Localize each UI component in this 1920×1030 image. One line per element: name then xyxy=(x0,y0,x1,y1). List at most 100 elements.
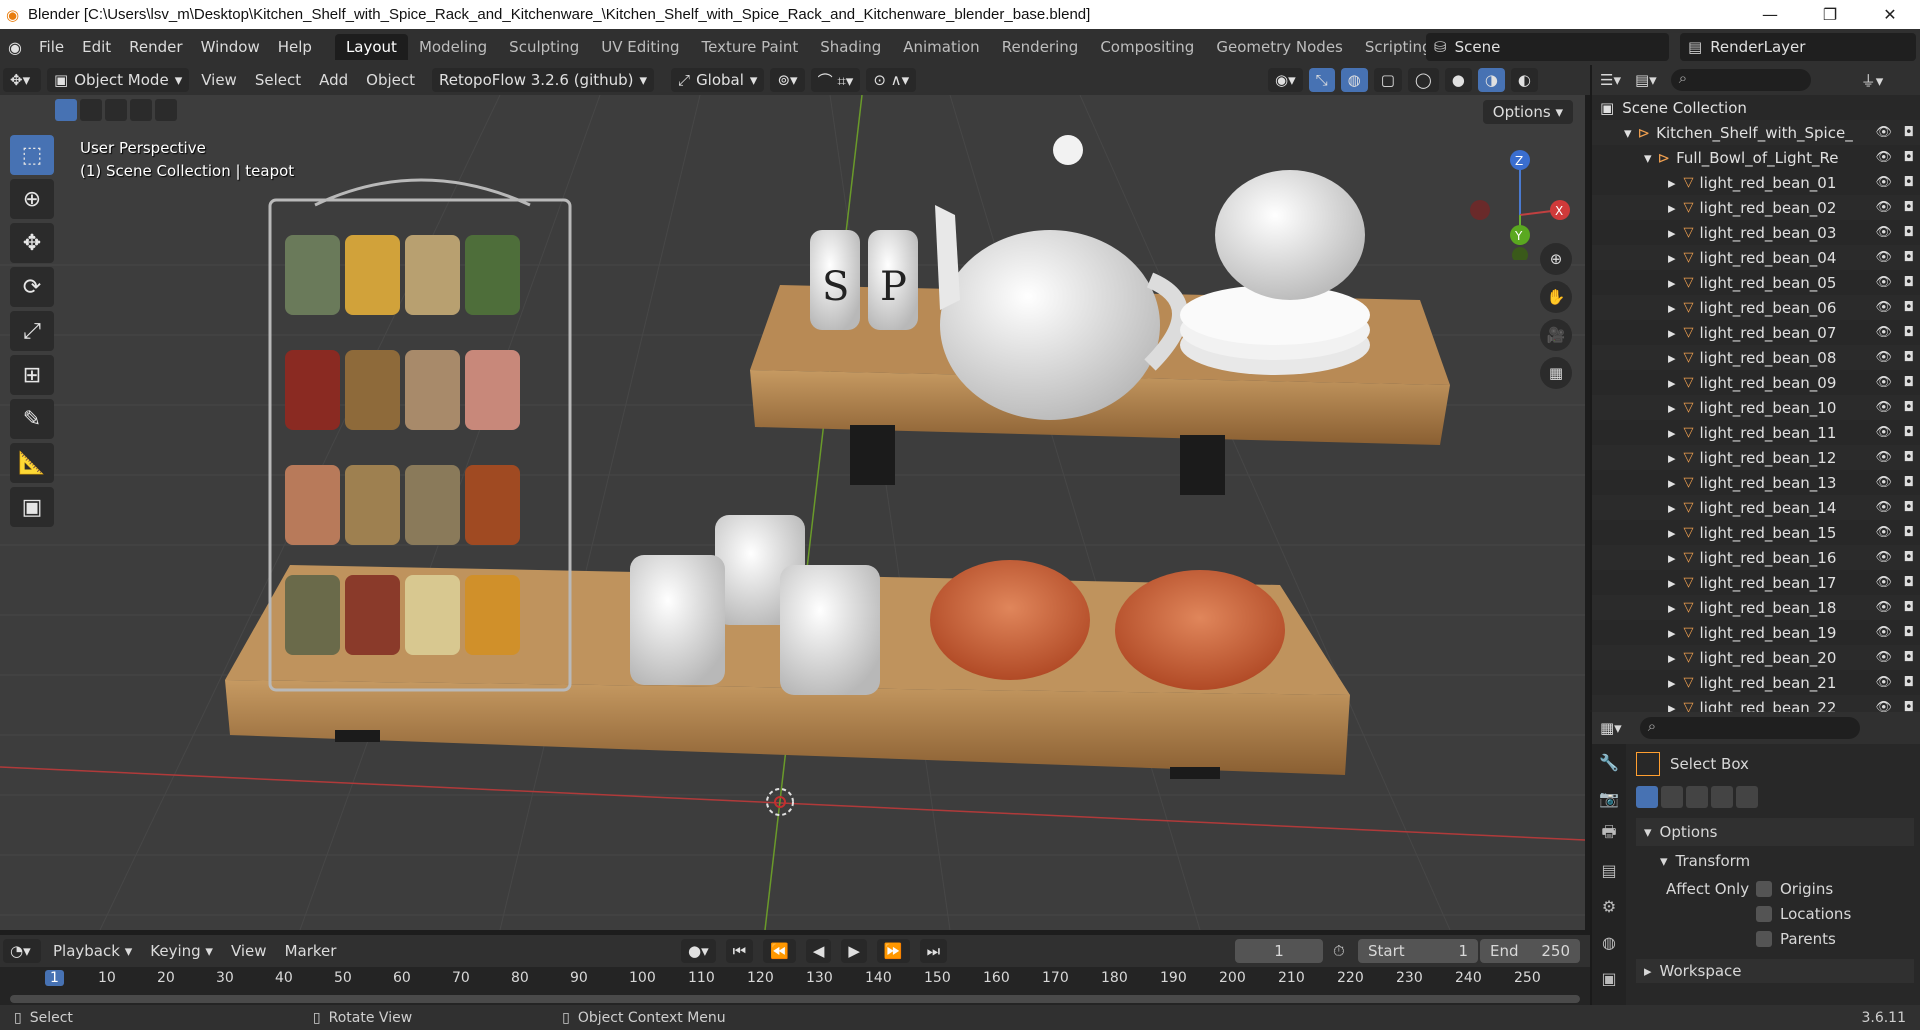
eye-icon[interactable]: 👁 xyxy=(1875,500,1892,515)
viewport-menu-object[interactable]: Object xyxy=(357,71,424,89)
3d-viewport[interactable]: S P User Perspective (1) Scene Collectio… xyxy=(0,95,1585,930)
eye-icon[interactable]: 👁 xyxy=(1875,425,1892,440)
proportional-edit-toggle[interactable]: ⊙ ∧▾ xyxy=(866,68,917,92)
eye-icon[interactable]: 👁 xyxy=(1875,300,1892,315)
outliner-object-row[interactable]: ▸ ▽ light_red_bean_11 👁 ◘ xyxy=(1592,420,1920,445)
editor-type-icon[interactable]: ▦▾ xyxy=(1600,719,1622,737)
viewport-options-button[interactable]: Options ▾ xyxy=(1482,100,1573,124)
visibility-icon[interactable]: ◉▾ xyxy=(1268,68,1303,92)
camera-view-icon[interactable]: 🎥 xyxy=(1540,319,1572,351)
menu-edit[interactable]: Edit xyxy=(73,38,120,56)
chevron-right-icon[interactable]: ▸ xyxy=(1668,299,1676,317)
snap-toggle[interactable]: ⌒ ⌗▾ xyxy=(810,68,861,92)
origins-checkbox[interactable] xyxy=(1756,880,1772,897)
select-extend-icon[interactable] xyxy=(80,99,102,121)
outliner-object-row[interactable]: ▸ ▽ light_red_bean_18 👁 ◘ xyxy=(1592,595,1920,620)
object-tab-icon[interactable]: ▣ xyxy=(1592,960,1626,996)
timeline-menu-marker[interactable]: Marker xyxy=(276,942,346,960)
outliner-object-row[interactable]: ▸ ▽ light_red_bean_13 👁 ◘ xyxy=(1592,470,1920,495)
scene-tab-icon[interactable]: ⚙ xyxy=(1592,888,1626,924)
mode-dropdown[interactable]: ▣ Object Mode ▾ xyxy=(47,68,190,92)
record-icon[interactable]: ●▾ xyxy=(681,939,716,963)
eye-icon[interactable]: 👁 xyxy=(1875,250,1892,265)
chevron-right-icon[interactable]: ▸ xyxy=(1668,549,1676,567)
output-tab-icon[interactable]: 🖶 xyxy=(1592,816,1626,852)
tab-shading[interactable]: Shading xyxy=(809,34,892,60)
menu-help[interactable]: Help xyxy=(269,38,321,56)
eye-icon[interactable]: 👁 xyxy=(1875,625,1892,640)
tab-rendering[interactable]: Rendering xyxy=(991,34,1090,60)
tab-modeling[interactable]: Modeling xyxy=(408,34,498,60)
chevron-right-icon[interactable]: ▸ xyxy=(1668,324,1676,342)
eye-icon[interactable]: 👁 xyxy=(1875,325,1892,340)
collection-row[interactable]: ▾ ⊳ Kitchen_Shelf_with_Spice_ 👁 ◘ xyxy=(1592,120,1920,145)
outliner-object-row[interactable]: ▸ ▽ light_red_bean_19 👁 ◘ xyxy=(1592,620,1920,645)
tab-sculpting[interactable]: Sculpting xyxy=(498,34,590,60)
render-camera-icon[interactable]: ◘ xyxy=(1904,625,1914,640)
next-keyframe-icon[interactable]: ⏩ xyxy=(876,939,910,963)
mode-new-icon[interactable] xyxy=(1636,786,1658,808)
eye-icon[interactable]: 👁 xyxy=(1875,650,1892,665)
mode-subtract-icon[interactable] xyxy=(1686,786,1708,808)
outliner-object-row[interactable]: ▸ ▽ light_red_bean_12 👁 ◘ xyxy=(1592,445,1920,470)
tab-texture-paint[interactable]: Texture Paint xyxy=(690,34,809,60)
filter-icon[interactable]: ⏚▾ xyxy=(1861,70,1884,91)
end-frame-field[interactable]: End 250 xyxy=(1480,939,1580,963)
eye-icon[interactable]: 👁 xyxy=(1875,150,1892,165)
minimize-button[interactable]: — xyxy=(1740,0,1800,29)
chevron-right-icon[interactable]: ▸ xyxy=(1668,624,1676,642)
render-camera-icon[interactable]: ◘ xyxy=(1904,325,1914,340)
eye-icon[interactable]: 👁 xyxy=(1875,600,1892,615)
render-camera-icon[interactable]: ◘ xyxy=(1904,150,1914,165)
measure-tool-icon[interactable]: 📐 xyxy=(10,443,54,483)
tab-compositing[interactable]: Compositing xyxy=(1089,34,1205,60)
chevron-right-icon[interactable]: ▸ xyxy=(1668,574,1676,592)
render-layer-selector[interactable]: ▤ RenderLayer xyxy=(1680,33,1916,61)
gizmo-toggle-icon[interactable]: ⤡ xyxy=(1308,68,1335,92)
mode-invert-icon[interactable] xyxy=(1711,786,1733,808)
locations-checkbox[interactable] xyxy=(1756,905,1772,922)
timeline-ruler[interactable]: 1 10 20 30 40 50 60 70 80 90 100 110 120 130 140 150 160… xyxy=(0,967,1590,1007)
stacked-saucers-and-cups[interactable] xyxy=(1180,170,1370,375)
pivot-dropdown[interactable]: ⊚▾ xyxy=(770,68,805,92)
outliner-object-row[interactable]: ▸ ▽ light_red_bean_07 👁 ◘ xyxy=(1592,320,1920,345)
material-shading-icon[interactable]: ◑ xyxy=(1477,68,1505,92)
prev-keyframe-icon[interactable]: ⏪ xyxy=(763,939,796,963)
jump-end-icon[interactable]: ⏭ xyxy=(919,939,948,963)
play-reverse-icon[interactable]: ◀ xyxy=(805,939,832,963)
start-frame-field[interactable]: Start 1 xyxy=(1358,939,1478,963)
scene-selector[interactable]: ⛁ Scene xyxy=(1426,33,1669,61)
close-button[interactable]: ✕ xyxy=(1860,0,1920,29)
viewport-menu-add[interactable]: Add xyxy=(310,71,357,89)
select-new-icon[interactable] xyxy=(55,99,77,121)
outliner-object-row[interactable]: ▸ ▽ light_red_bean_15 👁 ◘ xyxy=(1592,520,1920,545)
maximize-button[interactable]: ❐ xyxy=(1800,0,1860,29)
rendered-shading-icon[interactable]: ◐ xyxy=(1510,68,1538,92)
eye-icon[interactable]: 👁 xyxy=(1875,525,1892,540)
chevron-down-icon[interactable]: ▾ xyxy=(1644,149,1652,167)
menu-file[interactable]: File xyxy=(30,38,73,56)
move-tool-icon[interactable]: ✥ xyxy=(10,223,54,263)
transform-subpanel-header[interactable]: ▾ Transform xyxy=(1636,846,1914,876)
stopwatch-icon[interactable]: ⏱ xyxy=(1333,942,1345,960)
rotate-tool-icon[interactable]: ⟳ xyxy=(10,267,54,307)
perspective-toggle-icon[interactable]: ▦ xyxy=(1540,357,1572,389)
render-camera-icon[interactable]: ◘ xyxy=(1904,275,1914,290)
solid-shading-icon[interactable]: ● xyxy=(1444,68,1472,92)
current-frame-field[interactable]: 1 xyxy=(1235,939,1323,963)
render-camera-icon[interactable]: ◘ xyxy=(1904,450,1914,465)
outliner-object-row[interactable]: ▸ ▽ light_red_bean_02 👁 ◘ xyxy=(1592,195,1920,220)
chevron-right-icon[interactable]: ▸ xyxy=(1668,449,1676,467)
annotate-tool-icon[interactable]: ✎ xyxy=(10,399,54,439)
eye-icon[interactable]: 👁 xyxy=(1875,575,1892,590)
wireframe-shading-icon[interactable]: ◯ xyxy=(1407,68,1439,92)
chevron-right-icon[interactable]: ▸ xyxy=(1668,599,1676,617)
select-intersect-icon[interactable] xyxy=(155,99,177,121)
cursor-tool-icon[interactable]: ⊕ xyxy=(10,179,54,219)
tab-geometry-nodes[interactable]: Geometry Nodes xyxy=(1205,34,1354,60)
render-camera-icon[interactable]: ◘ xyxy=(1904,225,1914,240)
scene-collection-row[interactable]: ▣ Scene Collection xyxy=(1592,95,1920,120)
eye-icon[interactable]: 👁 xyxy=(1875,275,1892,290)
retopoflow-dropdown[interactable]: RetopoFlow 3.2.6 (github) ▾ xyxy=(432,68,655,92)
chevron-right-icon[interactable]: ▸ xyxy=(1668,649,1676,667)
